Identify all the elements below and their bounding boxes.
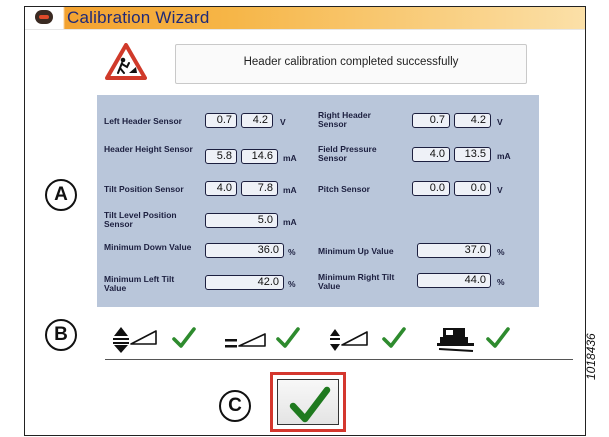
figure-id-text: 1018436 [584, 333, 598, 380]
status-message-box: Header calibration completed successfull… [175, 44, 527, 84]
header-height-sensor-value-2: 14.6 [241, 149, 278, 164]
field-pressure-sensor-unit: mA [497, 151, 511, 161]
minimum-left-tilt-value-label: Minimum Left Tilt Value [104, 274, 175, 293]
right-header-sensor-unit: V [497, 117, 503, 127]
checkmark-icon [172, 327, 196, 348]
left-header-sensor-value-2: 4.2 [241, 113, 273, 128]
right-header-sensor-value-1: 0.7 [412, 113, 450, 128]
field-pressure-sensor-label: Field Pressure Sensor [318, 144, 377, 163]
status-message: Header calibration completed successfull… [243, 56, 459, 68]
title-bar: Calibration Wizard [25, 7, 585, 30]
field-pressure-sensor-value-1: 4.0 [412, 147, 450, 162]
minimum-down-value: 36.0 [205, 243, 284, 258]
checkmark-icon [486, 327, 510, 348]
minimum-right-tilt-value-unit: % [497, 277, 505, 287]
minimum-up-value: 37.0 [417, 243, 491, 258]
minimum-right-tilt-value: 44.0 [417, 273, 491, 288]
sensor-readings-panel: Left Header Sensor 0.7 4.2 V Right Heade… [97, 95, 539, 307]
pitch-sensor-unit: V [497, 185, 503, 195]
left-header-sensor-value-1: 0.7 [205, 113, 237, 128]
tilt-position-sensor-unit: mA [283, 185, 297, 195]
field-pressure-sensor-value-2: 13.5 [454, 147, 491, 162]
tilt-level-position-sensor-unit: mA [283, 217, 297, 227]
warning-construction-icon [105, 43, 147, 80]
header-machine-icon [437, 328, 474, 352]
calibration-wizard-window: Calibration Wizard Header calibration co… [24, 6, 586, 436]
tilt-level-position-sensor-value: 5.0 [205, 213, 278, 228]
tilt-position-sensor-value-1: 4.0 [205, 181, 237, 196]
checkmark-icon [276, 327, 300, 348]
app-logo-icon [35, 10, 53, 24]
minimum-down-value-label: Minimum Down Value [104, 242, 192, 252]
tilt-position-sensor-label: Tilt Position Sensor [104, 184, 184, 194]
checkmark-icon [382, 327, 406, 348]
confirm-button[interactable] [270, 372, 346, 432]
minimum-up-value-label: Minimum Up Value [318, 246, 394, 256]
window-title: Calibration Wizard [67, 8, 210, 27]
divider-line [105, 359, 573, 360]
right-header-sensor-value-2: 4.2 [454, 113, 491, 128]
left-header-sensor-label: Left Header Sensor [104, 116, 182, 126]
minimum-left-tilt-value: 42.0 [205, 275, 284, 290]
minimum-right-tilt-value-label: Minimum Right Tilt Value [318, 272, 395, 291]
callout-b: B [45, 319, 77, 351]
checkmark-icon [289, 386, 331, 423]
pitch-sensor-label: Pitch Sensor [318, 184, 370, 194]
minimum-down-value-unit: % [288, 247, 296, 257]
tilt-level-position-sensor-label: Tilt Level Position Sensor [104, 210, 177, 229]
header-height-sensor-unit: mA [283, 153, 297, 163]
tilt-position-sensor-value-2: 7.8 [241, 181, 278, 196]
callout-c: C [219, 390, 251, 422]
minimum-up-value-unit: % [497, 247, 505, 257]
header-height-sensor-label: Header Height Sensor [104, 144, 193, 154]
right-header-sensor-label: Right Header Sensor [318, 110, 371, 129]
callout-a: A [45, 179, 77, 211]
left-header-sensor-unit: V [280, 117, 286, 127]
header-level-icon [225, 333, 266, 348]
pitch-sensor-value-2: 0.0 [454, 181, 491, 196]
confirm-button-face[interactable] [277, 379, 339, 425]
tilt-icon [330, 329, 368, 351]
header-height-icon [113, 327, 157, 353]
pitch-sensor-value-1: 0.0 [412, 181, 450, 196]
minimum-left-tilt-value-unit: % [288, 279, 296, 289]
header-height-sensor-value-1: 5.8 [205, 149, 237, 164]
